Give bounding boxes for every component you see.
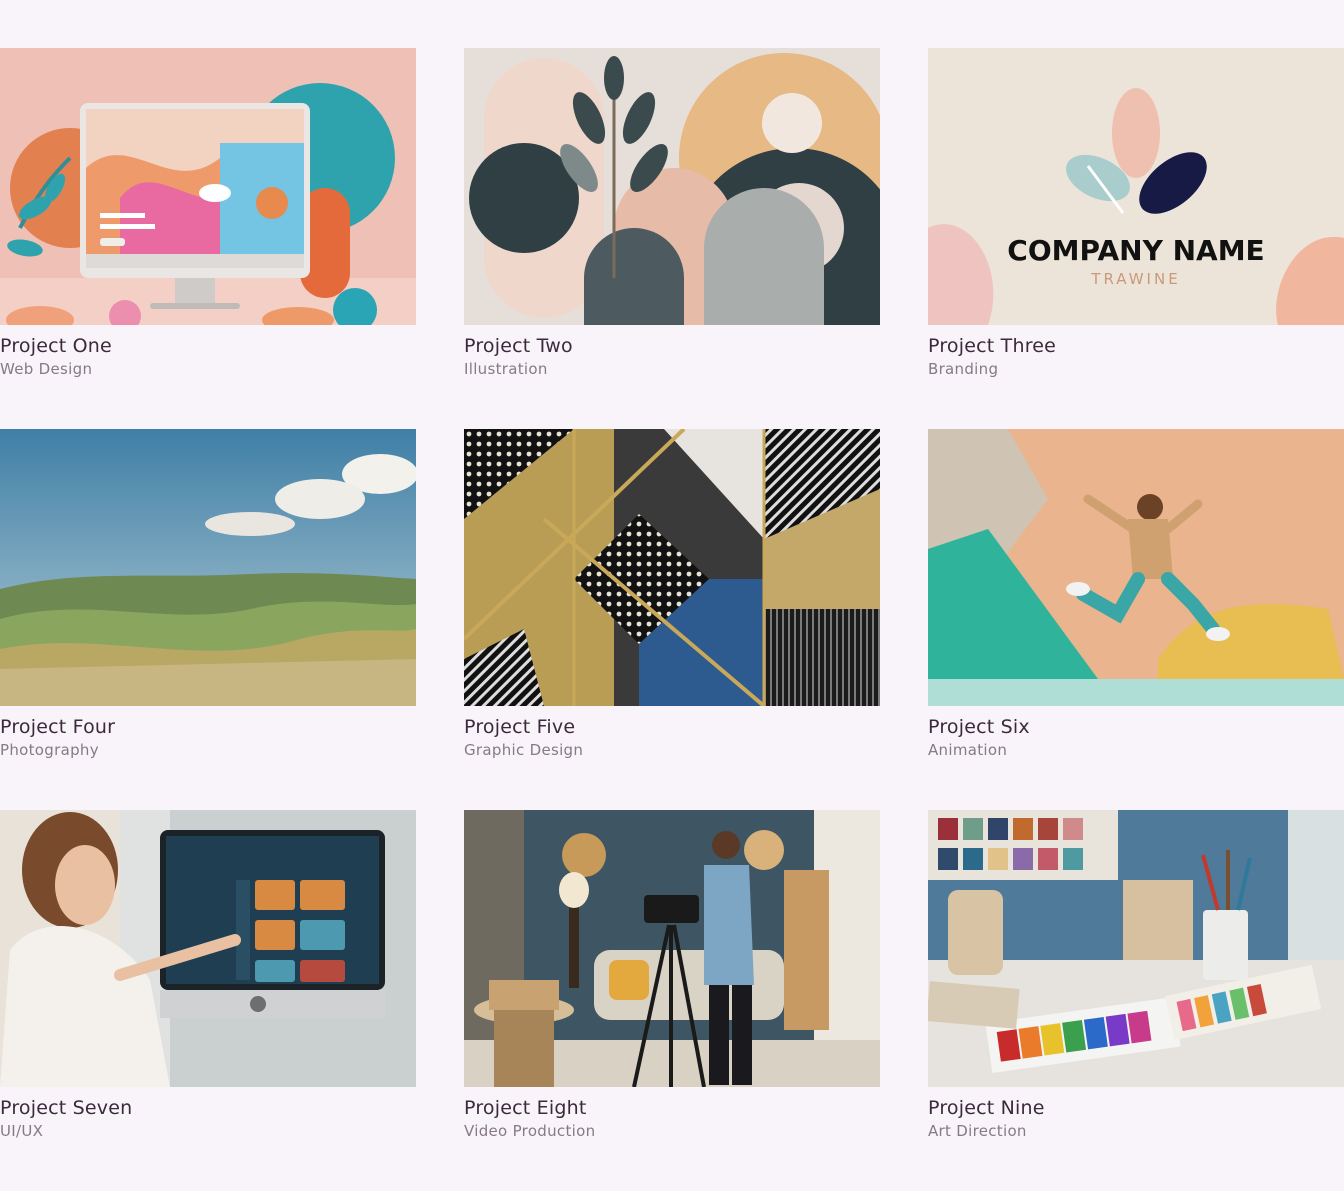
videographer-photo [464,810,880,1087]
ui-dashboard-photo [0,810,416,1087]
project-title[interactable]: Project One [0,335,416,357]
project-thumbnail[interactable] [928,810,1344,1087]
project-thumbnail[interactable]: COMPANY NAME TRAWINE [928,48,1344,325]
project-title[interactable]: Project Five [464,716,880,738]
project-category: Animation [928,741,1008,759]
project-thumbnail[interactable] [464,429,880,706]
project-category: Illustration [464,360,548,378]
project-card[interactable]: Project Seven UI/UX [0,810,416,1191]
project-thumbnail[interactable] [464,810,880,1087]
project-title[interactable]: Project Eight [464,1097,880,1119]
project-thumbnail[interactable] [0,48,416,325]
art-supplies-photo [928,810,1344,1087]
leaf-logo-branding: COMPANY NAME TRAWINE [928,48,1344,325]
project-card[interactable]: Project Two Illustration [464,48,880,429]
project-card[interactable]: Project Four Photography [0,429,416,810]
project-category: Video Production [464,1122,596,1140]
project-category: Web Design [0,360,93,378]
project-card[interactable]: Project Five Graphic Design [464,429,880,810]
desktop-monitor-illustration [0,48,416,325]
project-card[interactable]: Project Eight Video Production [464,810,880,1191]
project-grid: Project One Web Design Project Two Illus… [0,48,1344,1191]
project-thumbnail[interactable] [0,429,416,706]
project-title[interactable]: Project Two [464,335,880,357]
project-category: Art Direction [928,1122,1027,1140]
project-title[interactable]: Project Six [928,716,1344,738]
project-title[interactable]: Project Nine [928,1097,1344,1119]
botanical-paper-illustration [464,48,880,325]
logo-tagline: TRAWINE [1090,270,1180,288]
project-card[interactable]: Project Nine Art Direction [928,810,1344,1191]
project-category: UI/UX [0,1122,44,1140]
project-thumbnail[interactable] [464,48,880,325]
project-card[interactable]: Project One Web Design [0,48,416,429]
project-category: Branding [928,360,999,378]
landscape-photo [0,429,416,706]
project-thumbnail[interactable] [0,810,416,1087]
project-card[interactable]: COMPANY NAME TRAWINE Project Three Brand… [928,48,1344,429]
project-title[interactable]: Project Four [0,716,416,738]
project-title[interactable]: Project Seven [0,1097,416,1119]
geometric-pattern-art [464,429,880,706]
project-category: Graphic Design [464,741,584,759]
project-thumbnail[interactable] [928,429,1344,706]
project-title[interactable]: Project Three [928,335,1344,357]
project-card[interactable]: Project Six Animation [928,429,1344,810]
logo-company-name: COMPANY NAME [1007,234,1264,267]
project-category: Photography [0,741,99,759]
jumping-character-animation [928,429,1344,706]
